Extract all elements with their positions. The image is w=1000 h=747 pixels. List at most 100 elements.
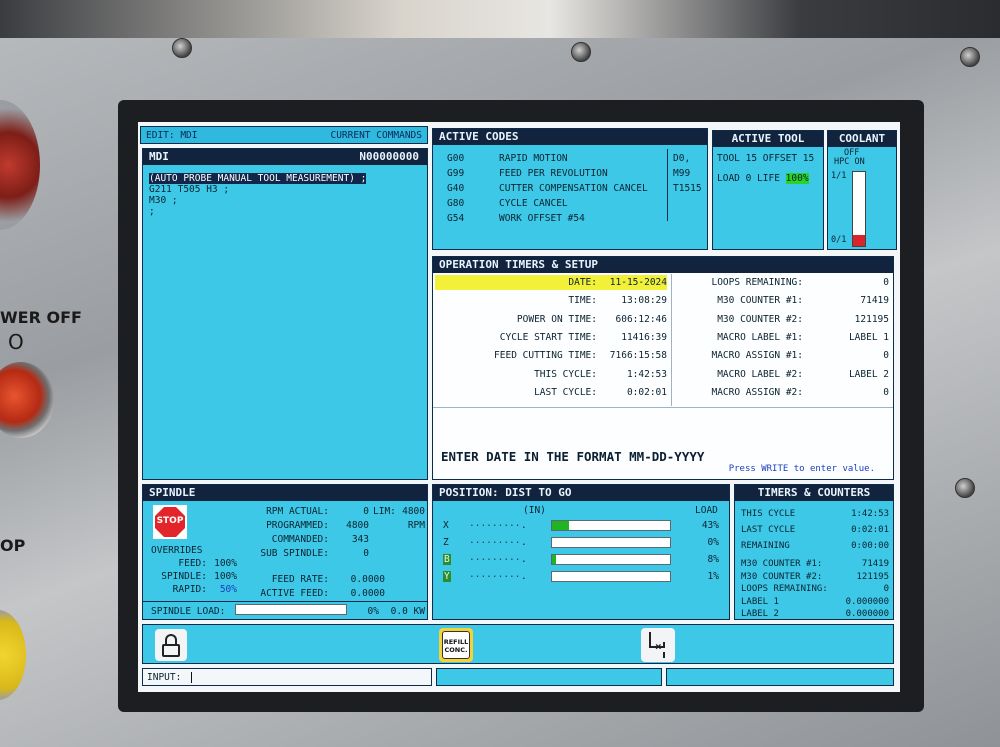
axis-load-value: 8%: [707, 554, 719, 565]
axis-load-bar: [551, 537, 671, 548]
input-field[interactable]: INPUT:: [142, 668, 432, 686]
mdi-line[interactable]: M30 ;: [149, 195, 178, 206]
timer-label: THIS CYCLE:: [534, 368, 597, 380]
code-value: G54: [447, 213, 465, 224]
timers-setup-panel[interactable]: OPERATION TIMERS & SETUP DATE: 11-15-2024…: [432, 256, 894, 480]
timers-setup-header: OPERATION TIMERS & SETUP: [433, 257, 893, 273]
mdi-header: MDI N00000000: [143, 149, 427, 165]
axis-dashes: .........: [469, 552, 521, 563]
program-number: N00000000: [359, 150, 419, 163]
background-top: [0, 0, 1000, 38]
timer-value[interactable]: 11-15-2024: [599, 277, 667, 288]
setup-value[interactable]: LABEL 1: [805, 332, 889, 343]
active-feed-value: 0.0000: [350, 588, 385, 599]
timer-value: 11416:39: [621, 331, 667, 343]
spindle-load-bar: [235, 604, 347, 615]
code-description: CUTTER COMPENSATION CANCEL: [499, 183, 648, 194]
axis-dashes: .........: [469, 535, 521, 546]
rpm-actual-label: RPM ACTUAL:: [266, 506, 329, 517]
stop-label: OP: [0, 536, 26, 555]
lock-icon[interactable]: [155, 629, 187, 661]
input-label: INPUT:: [147, 672, 182, 683]
setup-value[interactable]: 71419: [805, 295, 889, 306]
axis-value: .: [521, 520, 527, 531]
spindle-override-label: SPINDLE:: [161, 571, 207, 582]
axis-label: Z: [443, 537, 449, 548]
axis-label: B: [443, 554, 451, 565]
code-value: G40: [447, 183, 465, 194]
divider: [143, 601, 427, 602]
spindle-load-value: 0%: [367, 606, 379, 617]
control-screen: EDIT: MDI CURRENT COMMANDS MDI N00000000…: [138, 122, 900, 692]
setup-label: MACRO ASSIGN #1:: [711, 350, 803, 362]
position-unit: (IN): [523, 505, 546, 516]
setup-value[interactable]: 0: [805, 277, 889, 288]
programmed-label: PROGRAMMED:: [266, 520, 329, 531]
mdi-panel[interactable]: MDI N00000000 (AUTO PROBE MANUAL TOOL ME…: [142, 148, 428, 480]
axis-dashes: .........: [469, 518, 521, 529]
axis-load-value: 0%: [707, 537, 719, 548]
tool-life-value: 100%: [785, 173, 809, 184]
mdi-line[interactable]: G211 T505 H3 ;: [149, 184, 229, 195]
screw-icon: [571, 42, 591, 62]
setup-value[interactable]: 0: [805, 387, 889, 398]
programmed-value: 4800: [346, 520, 369, 531]
mdi-line[interactable]: (AUTO PROBE MANUAL TOOL MEASUREMENT) ;: [149, 173, 367, 184]
coolant-top-level: 1/1: [831, 171, 847, 181]
setup-value[interactable]: 0: [805, 350, 889, 361]
setup-label: M30 COUNTER #1:: [717, 295, 803, 307]
refill-coolant-button[interactable]: REFILL CONC.: [439, 628, 473, 662]
setup-value[interactable]: LABEL 2: [805, 369, 889, 380]
timer-label: TIME:: [568, 295, 597, 307]
counter-value: 71419: [861, 559, 889, 569]
setup-label: LOOPS REMAINING:: [711, 277, 803, 288]
counter-label: LABEL 2: [741, 609, 779, 619]
tool-offset-line: TOOL 15 OFFSET 15: [717, 153, 815, 164]
commanded-label: COMMANDED:: [271, 534, 329, 545]
counter-label: THIS CYCLE: [741, 509, 796, 519]
axis-value: .: [521, 571, 527, 582]
status-bar-middle: [436, 668, 662, 686]
sub-spindle-label: SUB SPINDLE:: [260, 548, 329, 559]
spindle-load-label: SPINDLE LOAD:: [151, 606, 226, 617]
timer-label: POWER ON TIME:: [516, 313, 597, 325]
power-off-symbol: O: [8, 330, 24, 354]
axis-load-value: 43%: [701, 520, 719, 531]
timer-label: CYCLE START TIME:: [499, 331, 597, 343]
timers-counters-header: TIMERS & COUNTERS: [735, 485, 893, 501]
power-off-label: WER OFF: [0, 308, 82, 327]
timer-label: DATE:: [568, 277, 597, 288]
counter-value: 0.000000: [845, 596, 889, 607]
counter-value: 0:00:00: [851, 541, 889, 551]
timer-value: 606:12:46: [615, 313, 667, 325]
mdi-line[interactable]: ;: [149, 206, 155, 217]
feed-override-label: FEED:: [178, 558, 207, 569]
feed-rate-value: 0.0000: [350, 574, 385, 585]
spindle-override-value[interactable]: 100%: [207, 571, 237, 582]
axis-dashes: .........: [469, 569, 521, 580]
coolant-header: COOLANT: [828, 131, 896, 147]
counter-value: 0:02:01: [851, 525, 889, 535]
code-extra: T1515: [673, 183, 702, 194]
counter-label: LOOPS REMAINING:: [741, 584, 828, 594]
axis-value: .: [521, 537, 527, 548]
softkey-bar: REFILL CONC. ×: [142, 624, 894, 664]
status-bar-right: [666, 668, 894, 686]
setup-label: M30 COUNTER #2:: [717, 313, 803, 325]
rapid-override-label: RAPID:: [172, 584, 207, 595]
axis-value: .: [521, 554, 527, 565]
feed-rate-label: FEED RATE:: [271, 574, 329, 585]
counter-value: 0.000000: [845, 609, 889, 619]
axis-offset-icon[interactable]: ×: [641, 628, 675, 662]
rapid-override-value[interactable]: 50%: [207, 584, 237, 595]
tool-load-line: LOAD 0 LIFE 100%: [717, 173, 809, 184]
rpm-unit: RPM: [407, 520, 425, 531]
setup-value[interactable]: 121195: [805, 314, 889, 325]
feed-override-value[interactable]: 100%: [207, 558, 237, 569]
coolant-panel: COOLANT OFF HPC ON 1/1 0/1: [827, 130, 897, 250]
code-description: FEED PER REVOLUTION: [499, 168, 608, 179]
setup-label: MACRO LABEL #1:: [717, 331, 803, 343]
timer-label: FEED CUTTING TIME:: [494, 350, 597, 362]
active-feed-label: ACTIVE FEED:: [260, 588, 329, 599]
edit-title: CURRENT COMMANDS: [330, 130, 422, 141]
